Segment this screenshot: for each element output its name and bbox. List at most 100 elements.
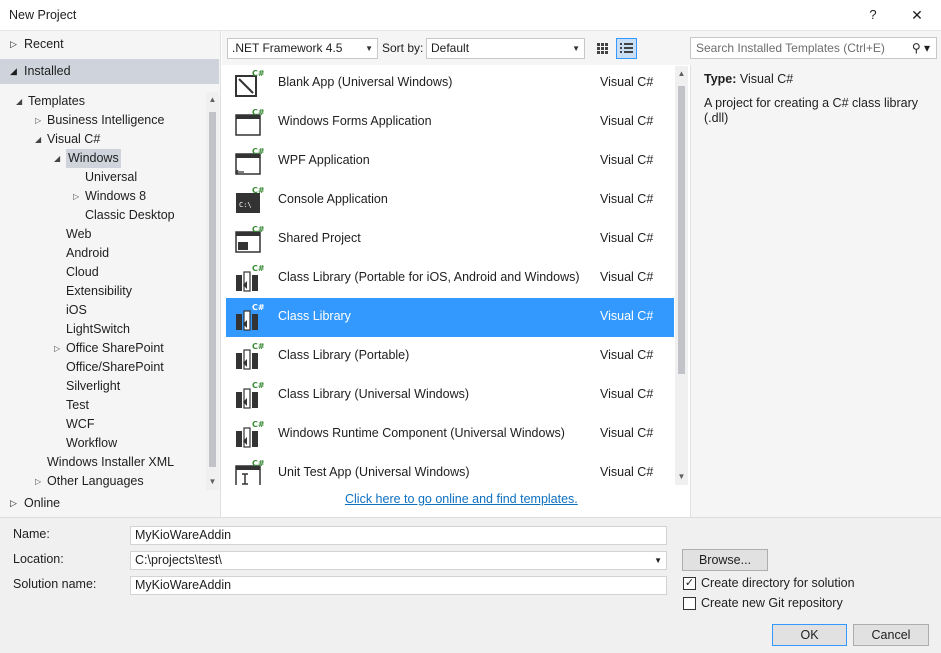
list-scroll-thumb[interactable]: [678, 86, 685, 374]
tree-item[interactable]: Classic Desktop: [85, 206, 175, 225]
location-value: C:\projects\test\: [135, 553, 222, 567]
section-online-label: Online: [24, 496, 61, 510]
expand-arrow-icon[interactable]: ▷: [35, 111, 41, 130]
tree-item[interactable]: Cloud: [66, 263, 99, 282]
template-row[interactable]: C# Class Library (Portable) Visual C#: [226, 337, 674, 376]
tree-item[interactable]: Office/SharePoint: [66, 358, 164, 377]
svg-text:C#: C#: [252, 420, 264, 429]
tree-item[interactable]: ▷ Office SharePoint: [54, 339, 164, 358]
tree-scrollbar[interactable]: ▲ ▼: [206, 92, 219, 490]
tree-scroll-thumb[interactable]: [209, 112, 216, 467]
tree-item-label: Templates: [28, 94, 85, 108]
tree-item[interactable]: ▷ Other Languages: [35, 472, 144, 490]
tree-item[interactable]: Silverlight: [66, 377, 120, 396]
tree-item[interactable]: ◢ Windows: [54, 149, 121, 168]
tree-item[interactable]: WCF: [66, 415, 94, 434]
tree-item-label: Cloud: [66, 265, 99, 279]
section-recent[interactable]: ▷ Recent: [0, 32, 219, 57]
chevron-down-icon[interactable]: ▼: [654, 552, 662, 569]
search-placeholder: Search Installed Templates (Ctrl+E): [696, 41, 885, 55]
solution-name-field[interactable]: MyKioWareAddin: [130, 576, 667, 595]
expand-arrow-icon[interactable]: ▷: [35, 472, 41, 490]
tree-item[interactable]: iOS: [66, 301, 87, 320]
expand-arrow-icon[interactable]: ▷: [73, 187, 79, 206]
cancel-button[interactable]: Cancel: [853, 624, 929, 646]
browse-button[interactable]: Browse...: [682, 549, 768, 571]
scroll-down-icon[interactable]: ▼: [206, 474, 219, 490]
help-button[interactable]: ?: [860, 4, 886, 26]
tree-item[interactable]: Android: [66, 244, 109, 263]
small-icons-view-button[interactable]: [592, 38, 613, 59]
template-row[interactable]: C# Unit Test App (Universal Windows) Visua…: [226, 454, 674, 485]
template-name: Shared Project: [278, 231, 361, 245]
scroll-down-icon[interactable]: ▼: [675, 469, 688, 485]
tree-item[interactable]: ▷ Windows 8: [73, 187, 146, 206]
framework-dropdown[interactable]: .NET Framework 4.5 ▼: [227, 38, 378, 59]
template-description: A project for creating a C# class librar…: [704, 96, 918, 125]
tree-item[interactable]: Web: [66, 225, 91, 244]
name-label: Name:: [13, 527, 50, 541]
checkbox-unchecked-icon[interactable]: [683, 597, 696, 610]
collapse-arrow-icon[interactable]: ◢: [54, 149, 60, 168]
template-language: Visual C#: [600, 114, 654, 128]
location-field[interactable]: C:\projects\test\ ▼: [130, 551, 667, 570]
tree-item-label: Business Intelligence: [47, 113, 165, 127]
template-row[interactable]: C# Windows Runtime Component (Universal W…: [226, 415, 674, 454]
template-language: Visual C#: [600, 426, 654, 440]
close-button[interactable]: ✕: [903, 4, 931, 26]
online-templates-link[interactable]: Click here to go online and find templat…: [345, 492, 578, 506]
section-online[interactable]: ▷ Online: [0, 491, 219, 516]
tree-item[interactable]: LightSwitch: [66, 320, 130, 339]
solution-name-label: Solution name:: [13, 577, 97, 591]
tree-item-label: Classic Desktop: [85, 208, 175, 222]
git-repository-label: Create new Git repository: [701, 596, 843, 610]
grid-view-icon: [597, 43, 608, 54]
tree-item-label: Workflow: [66, 436, 118, 450]
tree-item[interactable]: Windows Installer XML: [47, 453, 174, 472]
checkbox-checked-icon[interactable]: ✓: [683, 577, 696, 590]
template-language: Visual C#: [600, 270, 654, 284]
svg-text:C#: C#: [252, 342, 264, 351]
tree-item-label: Visual C#: [47, 132, 101, 146]
tree-item[interactable]: Workflow: [66, 434, 117, 453]
scroll-up-icon[interactable]: ▲: [206, 92, 219, 108]
template-row[interactable]: C# WPF Application Visual C#: [226, 142, 674, 181]
title-bar: New Project ? ✕: [0, 0, 941, 31]
tree-item[interactable]: Extensibility: [66, 282, 132, 301]
tree-item[interactable]: ▷ Business Intelligence: [35, 111, 165, 130]
ok-button[interactable]: OK: [772, 624, 847, 646]
svg-text:C#: C#: [252, 186, 264, 195]
tree-item[interactable]: Test: [66, 396, 89, 415]
template-row[interactable]: C# Class Library (Portable for iOS, Andro…: [226, 259, 674, 298]
search-icon[interactable]: ⚲ ▾: [912, 38, 930, 58]
template-row[interactable]: C# Class Library Visual C#: [226, 298, 674, 337]
search-input[interactable]: Search Installed Templates (Ctrl+E) ⚲ ▾: [690, 37, 937, 59]
template-language: Visual C#: [600, 387, 654, 401]
expand-arrow-icon: ▷: [10, 39, 17, 49]
expand-arrow-icon[interactable]: ▷: [54, 339, 60, 358]
scroll-up-icon[interactable]: ▲: [675, 66, 688, 82]
tree-item-label: LightSwitch: [66, 322, 130, 336]
template-tree: ◢ Templates ▷ Business Intelligence ◢ Visual …: [0, 92, 205, 490]
sort-dropdown[interactable]: Default ▼: [426, 38, 585, 59]
collapse-arrow-icon[interactable]: ◢: [16, 92, 22, 111]
location-label: Location:: [13, 552, 64, 566]
list-view-button[interactable]: [616, 38, 637, 59]
class-library-icon: C#: [234, 341, 265, 371]
template-language: Visual C#: [600, 75, 654, 89]
template-row[interactable]: C:\ C# Console Application Visual C#: [226, 181, 674, 220]
tree-item[interactable]: ◢ Templates: [16, 92, 85, 111]
template-row[interactable]: C# Blank App (Universal Windows) Visual C#: [226, 66, 674, 103]
section-installed[interactable]: ◢ Installed: [0, 59, 219, 84]
collapse-arrow-icon[interactable]: ◢: [35, 130, 41, 149]
class-library-icon: C#: [234, 419, 265, 449]
template-row[interactable]: C# Windows Forms Application Visual C#: [226, 103, 674, 142]
template-row[interactable]: C# Class Library (Universal Windows) Visua…: [226, 376, 674, 415]
template-name: Windows Runtime Component (Universal Win…: [278, 426, 565, 440]
tree-item[interactable]: ◢ Visual C#: [35, 130, 101, 149]
name-field[interactable]: MyKioWareAddin: [130, 526, 667, 545]
tree-item[interactable]: Universal: [85, 168, 137, 187]
list-scrollbar[interactable]: ▲ ▼: [675, 66, 688, 485]
template-row[interactable]: C# Shared Project Visual C#: [226, 220, 674, 259]
window-title: New Project: [9, 8, 77, 22]
